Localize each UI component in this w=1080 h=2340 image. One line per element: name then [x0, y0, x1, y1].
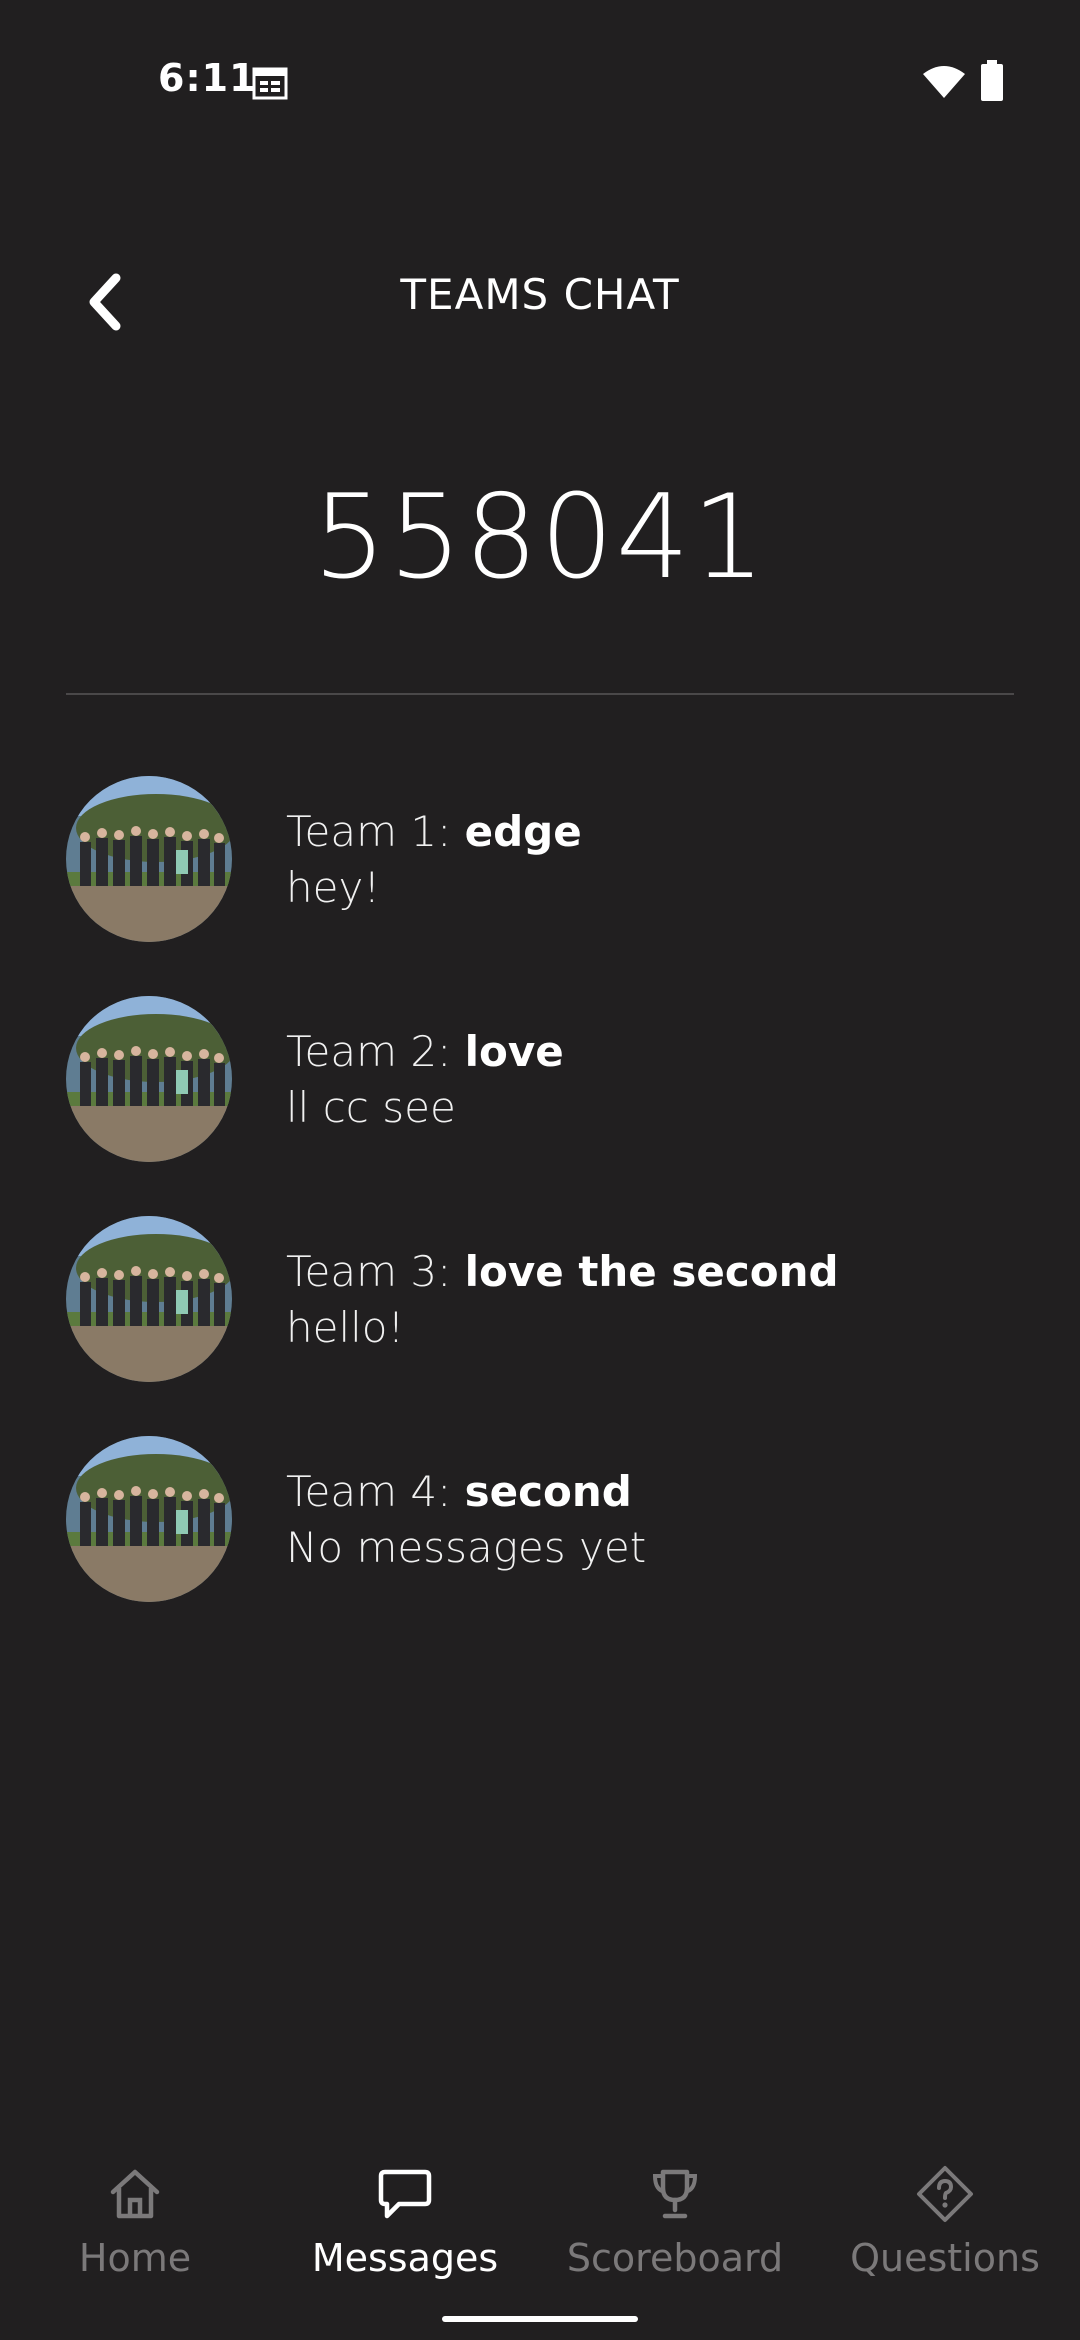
team-label: Team 4: [286, 1467, 465, 1516]
nav-home[interactable]: Home [0, 2150, 270, 2300]
calendar-icon [252, 67, 288, 100]
team-chat-item[interactable]: Team 2: love ll cc see [0, 994, 1080, 1214]
nav-messages-label: Messages [311, 2236, 499, 2280]
last-message: No messages yet [286, 1523, 647, 1572]
team-name: edge [464, 807, 582, 856]
last-message: hello! [286, 1303, 405, 1352]
team-chat-item[interactable]: Team 3: love the second hello! [0, 1214, 1080, 1434]
trophy-icon [652, 2169, 698, 2219]
last-message: ll cc see [286, 1083, 456, 1132]
team-label: Team 1: [286, 807, 465, 856]
team-name: love the second [464, 1247, 839, 1296]
team-label: Team 2: [286, 1027, 465, 1076]
team-avatar [66, 1436, 232, 1602]
team-label: Team 3: [286, 1247, 465, 1296]
team-chat-item[interactable]: Team 4: second No messages yet [0, 1434, 1080, 1654]
battery-icon [981, 60, 1003, 101]
team-avatar [66, 996, 232, 1162]
nav-messages[interactable]: Messages [270, 2150, 540, 2300]
nav-home-label: Home [78, 2236, 192, 2280]
room-code: 558041 [312, 470, 768, 605]
status-bar: 6:11 [0, 0, 1080, 170]
question-diamond-icon [917, 2166, 973, 2222]
team-name: love [464, 1027, 564, 1076]
team-chat-list: Team 1: edge hey! Team 2: love ll cc see… [0, 774, 1080, 1654]
team-chat-item[interactable]: Team 1: edge hey! [0, 774, 1080, 994]
chat-bubble-icon [378, 2169, 432, 2219]
bottom-nav: Home Messages Scoreboard Questions [0, 2150, 1080, 2300]
team-avatar [66, 1216, 232, 1382]
home-indicator[interactable] [442, 2316, 638, 2322]
nav-scoreboard-label: Scoreboard [566, 2236, 784, 2280]
page-title: TEAMS CHAT [400, 270, 680, 319]
nav-scoreboard[interactable]: Scoreboard [540, 2150, 810, 2300]
divider [66, 693, 1014, 695]
home-icon [110, 2169, 160, 2219]
wifi-icon [923, 66, 965, 98]
status-time: 6:11 [158, 56, 257, 100]
team-avatar [66, 776, 232, 942]
last-message: hey! [286, 863, 381, 912]
nav-questions-label: Questions [850, 2236, 1040, 2280]
team-name: second [464, 1467, 632, 1516]
nav-questions[interactable]: Questions [810, 2150, 1080, 2300]
